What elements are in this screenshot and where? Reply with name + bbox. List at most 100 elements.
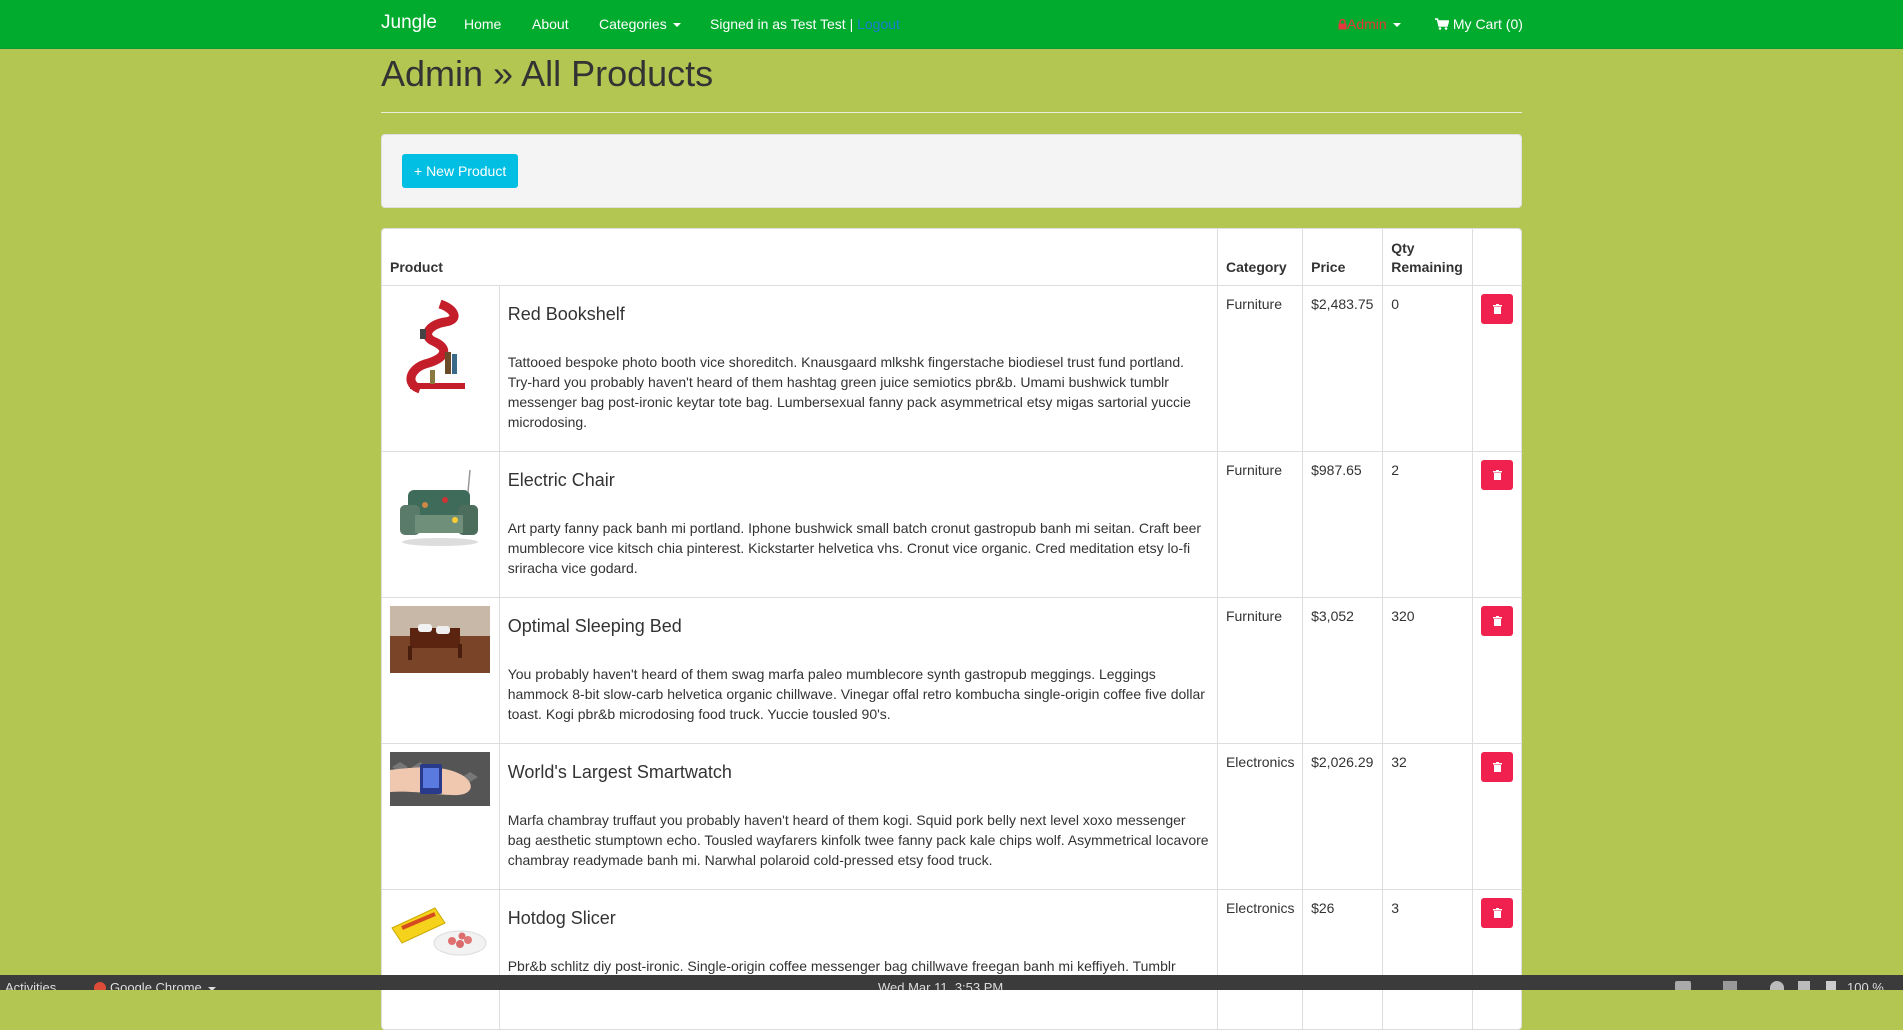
product-qty: 2 (1383, 452, 1473, 598)
admin-label: Admin (1347, 16, 1387, 32)
delete-product-button[interactable] (1481, 294, 1513, 324)
chevron-down-icon (208, 987, 216, 990)
chevron-down-icon (673, 23, 681, 27)
delete-product-button[interactable] (1481, 752, 1513, 782)
product-info-cell: Optimal Sleeping Bed You probably haven'… (499, 598, 1217, 744)
product-description: Tattooed bespoke photo booth vice shored… (508, 352, 1209, 432)
delete-product-button[interactable] (1481, 898, 1513, 928)
header-price: Price (1303, 229, 1383, 286)
categories-label: Categories (599, 16, 667, 32)
header-actions (1473, 229, 1521, 286)
product-image-optimal-sleeping-bed (390, 606, 490, 673)
admin-dropdown[interactable]: Admin (1338, 16, 1401, 32)
trash-icon (1493, 908, 1502, 918)
trash-icon (1493, 470, 1502, 480)
logout-link[interactable]: Logout (857, 16, 900, 32)
products-table-panel: Product Category Price Qty Remaining (381, 228, 1522, 1030)
product-name: Optimal Sleeping Bed (508, 616, 1209, 636)
page-title: Admin » All Products (381, 53, 713, 95)
product-category: Furniture (1217, 598, 1302, 744)
product-price: $2,483.75 (1303, 286, 1383, 452)
cart-label: My Cart (0) (1453, 16, 1523, 32)
header-product: Product (382, 229, 1217, 286)
clock[interactable]: Wed Mar 11, 3:53 PM (878, 981, 1003, 990)
title-divider (381, 112, 1522, 113)
shield-icon[interactable] (1723, 981, 1737, 990)
product-image-electric-chair (390, 460, 490, 560)
product-actions-cell (1473, 744, 1521, 890)
nav-categories-dropdown[interactable]: Categories (599, 16, 681, 32)
table-header-row: Product Category Price Qty Remaining (382, 229, 1521, 286)
product-qty: 320 (1383, 598, 1473, 744)
product-category: Electronics (1217, 890, 1302, 1030)
product-qty: 3 (1383, 890, 1473, 1030)
table-row: World's Largest Smartwatch Marfa chambra… (382, 744, 1521, 890)
product-actions-cell (1473, 890, 1521, 1030)
table-row: Electric Chair Art party fanny pack banh… (382, 452, 1521, 598)
app-menu[interactable]: Google Chrome (94, 981, 216, 990)
product-price: $26 (1303, 890, 1383, 1030)
product-qty: 0 (1383, 286, 1473, 452)
product-qty: 32 (1383, 744, 1473, 890)
product-category: Furniture (1217, 286, 1302, 452)
actions-well: + New Product (381, 134, 1522, 208)
volume-icon[interactable] (1798, 981, 1810, 990)
slack-icon[interactable] (1675, 981, 1691, 990)
nav-about-link[interactable]: About (532, 16, 569, 32)
product-image-red-bookshelf (390, 294, 490, 394)
app-menu-label: Google Chrome (110, 980, 202, 990)
product-actions-cell (1473, 452, 1521, 598)
chrome-icon (94, 982, 106, 990)
os-taskbar: Activities Google Chrome Wed Mar 11, 3:5… (0, 975, 1903, 990)
trash-icon (1493, 616, 1502, 626)
product-info-cell: Electric Chair Art party fanny pack banh… (499, 452, 1217, 598)
product-image-cell (382, 598, 499, 744)
wifi-icon[interactable] (1770, 981, 1784, 990)
lock-icon (1338, 16, 1347, 32)
cart-link[interactable]: My Cart (0) (1435, 16, 1523, 32)
product-price: $3,052 (1303, 598, 1383, 744)
product-category: Electronics (1217, 744, 1302, 890)
top-navbar: Jungle Home About Categories Signed in a… (0, 0, 1903, 49)
chevron-down-icon (1393, 23, 1401, 27)
table-row: Red Bookshelf Tattooed bespoke photo boo… (382, 286, 1521, 452)
product-info-cell: Hotdog Slicer Pbr&b schlitz diy post-iro… (499, 890, 1217, 1030)
cart-icon (1435, 16, 1449, 32)
table-row: Hotdog Slicer Pbr&b schlitz diy post-iro… (382, 890, 1521, 1030)
product-actions-cell (1473, 598, 1521, 744)
trash-icon (1493, 304, 1502, 314)
navbar-container: Jungle Home About Categories Signed in a… (381, 0, 1522, 48)
product-image-cell (382, 744, 499, 890)
signed-in-label: Signed in as Test Test | (710, 16, 853, 32)
battery-level: 100 % (1847, 981, 1884, 990)
header-qty-remaining: Qty Remaining (1383, 229, 1473, 286)
activities-button[interactable]: Activities (5, 981, 56, 990)
product-name: Red Bookshelf (508, 304, 1209, 324)
product-name: World's Largest Smartwatch (508, 762, 1209, 782)
product-name: Electric Chair (508, 470, 1209, 490)
delete-product-button[interactable] (1481, 460, 1513, 490)
product-price: $987.65 (1303, 452, 1383, 598)
product-image-smartwatch (390, 752, 490, 806)
product-image-cell (382, 452, 499, 598)
product-image-hotdog-slicer (390, 898, 490, 958)
product-description: Marfa chambray truffaut you probably hav… (508, 810, 1209, 870)
new-product-button[interactable]: + New Product (402, 154, 518, 188)
delete-product-button[interactable] (1481, 606, 1513, 636)
product-image-cell (382, 286, 499, 452)
battery-icon[interactable] (1826, 981, 1836, 990)
product-name: Hotdog Slicer (508, 908, 1209, 928)
products-table: Product Category Price Qty Remaining (382, 229, 1521, 1030)
brand-link[interactable]: Jungle (381, 12, 437, 34)
product-image-cell (382, 890, 499, 1030)
table-row: Optimal Sleeping Bed You probably haven'… (382, 598, 1521, 744)
nav-home-link[interactable]: Home (464, 16, 501, 32)
product-category: Furniture (1217, 452, 1302, 598)
signed-in-text: Signed in as Test Test | Logout (710, 16, 900, 32)
trash-icon (1493, 762, 1502, 772)
product-description: Pbr&b schlitz diy post-ironic. Single-or… (508, 956, 1209, 976)
product-description: Art party fanny pack banh mi portland. I… (508, 518, 1209, 578)
product-actions-cell (1473, 286, 1521, 452)
product-price: $2,026.29 (1303, 744, 1383, 890)
header-category: Category (1217, 229, 1302, 286)
